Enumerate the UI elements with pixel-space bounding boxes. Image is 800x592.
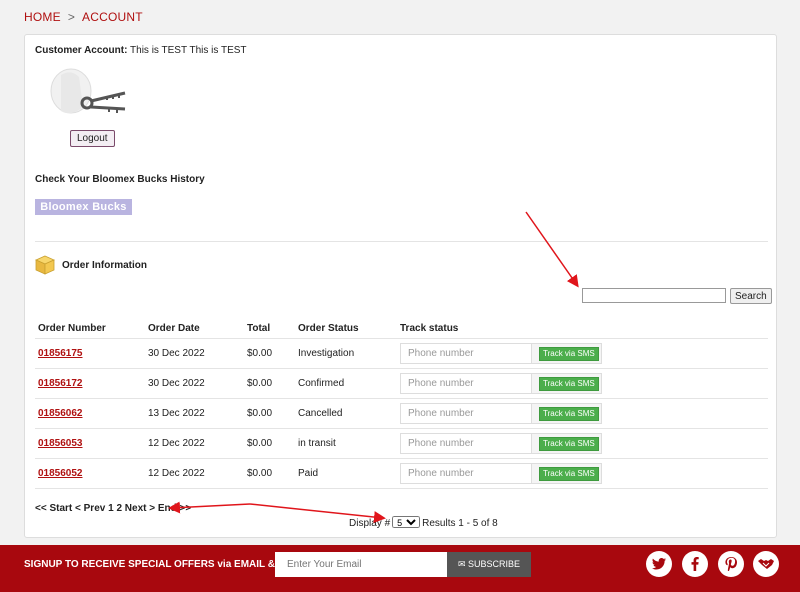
- col-order-date: Order Date: [145, 318, 244, 339]
- breadcrumb-home[interactable]: HOME: [24, 10, 61, 24]
- track-status: Track via SMS: [400, 463, 602, 484]
- signup-text: SIGNUP TO RECEIVE SPECIAL OFFERS via EMA…: [24, 559, 300, 570]
- order-status: Investigation: [295, 338, 397, 369]
- search-input[interactable]: [582, 288, 726, 303]
- orders-table: Order Number Order Date Total Order Stat…: [35, 318, 768, 489]
- display-count: Display #5 Results 1 - 5 of 8: [349, 516, 498, 529]
- order-number-link[interactable]: 01856062: [38, 408, 83, 419]
- order-number-link[interactable]: 01856053: [38, 438, 83, 449]
- subscribe-label: SUBSCRIBE: [468, 559, 521, 569]
- facebook-icon[interactable]: [682, 551, 708, 577]
- track-status: Track via SMS: [400, 373, 602, 394]
- track-via-sms-button[interactable]: Track via SMS: [539, 376, 599, 391]
- order-total: $0.00: [244, 458, 295, 489]
- divider: [35, 241, 768, 242]
- handshake-icon[interactable]: [753, 551, 779, 577]
- track-status: Track via SMS: [400, 403, 602, 424]
- customer-account-name: This is TEST This is TEST: [130, 45, 247, 56]
- footer: SIGNUP TO RECEIVE SPECIAL OFFERS via EMA…: [0, 545, 800, 592]
- account-panel: Customer Account: This is TEST This is T…: [24, 34, 777, 538]
- search-button[interactable]: Search: [730, 288, 772, 304]
- table-row: 01856062 13 Dec 2022 $0.00 Cancelled Tra…: [35, 398, 768, 429]
- customer-account-label: Customer Account:: [35, 45, 128, 56]
- order-total: $0.00: [244, 398, 295, 429]
- order-number-link[interactable]: 01856175: [38, 348, 83, 359]
- display-label: Display #: [349, 518, 391, 529]
- pagination[interactable]: << Start < Prev 1 2 Next > End >>: [35, 503, 191, 514]
- order-status: in transit: [295, 428, 397, 459]
- phone-number-input[interactable]: [401, 344, 532, 363]
- track-via-sms-button[interactable]: Track via SMS: [539, 466, 599, 481]
- track-status: Track via SMS: [400, 343, 602, 364]
- breadcrumb-current[interactable]: ACCOUNT: [82, 10, 143, 24]
- col-total: Total: [244, 318, 295, 339]
- email-input[interactable]: [275, 552, 447, 577]
- track-via-sms-button[interactable]: Track via SMS: [539, 406, 599, 421]
- bucks-history-title: Check Your Bloomex Bucks History: [35, 174, 205, 185]
- customer-account: Customer Account: This is TEST This is T…: [35, 45, 247, 56]
- display-select[interactable]: 5: [392, 516, 421, 528]
- breadcrumb-separator: >: [67, 10, 76, 24]
- order-status: Paid: [295, 458, 397, 489]
- col-track-status: Track status: [397, 318, 768, 339]
- order-date: 12 Dec 2022: [145, 458, 244, 489]
- table-header: Order Number Order Date Total Order Stat…: [35, 318, 768, 339]
- table-row: 01856053 12 Dec 2022 $0.00 in transit Tr…: [35, 428, 768, 459]
- track-status: Track via SMS: [400, 433, 602, 454]
- order-date: 12 Dec 2022: [145, 428, 244, 459]
- order-date: 13 Dec 2022: [145, 398, 244, 429]
- order-status: Confirmed: [295, 368, 397, 399]
- track-via-sms-button[interactable]: Track via SMS: [539, 436, 599, 451]
- table-row: 01856175 30 Dec 2022 $0.00 Investigation…: [35, 338, 768, 369]
- twitter-icon[interactable]: [646, 551, 672, 577]
- phone-number-input[interactable]: [401, 374, 532, 393]
- envelope-icon: ✉: [457, 559, 466, 569]
- logout-button[interactable]: Logout: [70, 130, 115, 147]
- order-total: $0.00: [244, 338, 295, 369]
- order-total: $0.00: [244, 428, 295, 459]
- keys-icon: [50, 68, 126, 114]
- order-total: $0.00: [244, 368, 295, 399]
- subscribe-button[interactable]: ✉ SUBSCRIBE: [447, 552, 531, 577]
- order-date: 30 Dec 2022: [145, 338, 244, 369]
- phone-number-input[interactable]: [401, 434, 532, 453]
- phone-number-input[interactable]: [401, 404, 532, 423]
- pinterest-icon[interactable]: [718, 551, 744, 577]
- table-row: 01856052 12 Dec 2022 $0.00 Paid Track vi…: [35, 458, 768, 489]
- box-icon: [35, 255, 55, 275]
- col-order-status: Order Status: [295, 318, 397, 339]
- order-number-link[interactable]: 01856052: [38, 468, 83, 479]
- order-number-link[interactable]: 01856172: [38, 378, 83, 389]
- breadcrumb: HOME > ACCOUNT: [24, 10, 143, 24]
- bloomex-bucks-button[interactable]: Bloomex Bucks: [35, 199, 132, 215]
- order-information-title: Order Information: [62, 260, 148, 271]
- order-status: Cancelled: [295, 398, 397, 429]
- track-via-sms-button[interactable]: Track via SMS: [539, 346, 599, 361]
- order-date: 30 Dec 2022: [145, 368, 244, 399]
- results-text: Results 1 - 5 of 8: [422, 518, 498, 529]
- phone-number-input[interactable]: [401, 464, 532, 483]
- col-order-number: Order Number: [35, 318, 145, 339]
- table-row: 01856172 30 Dec 2022 $0.00 Confirmed Tra…: [35, 368, 768, 399]
